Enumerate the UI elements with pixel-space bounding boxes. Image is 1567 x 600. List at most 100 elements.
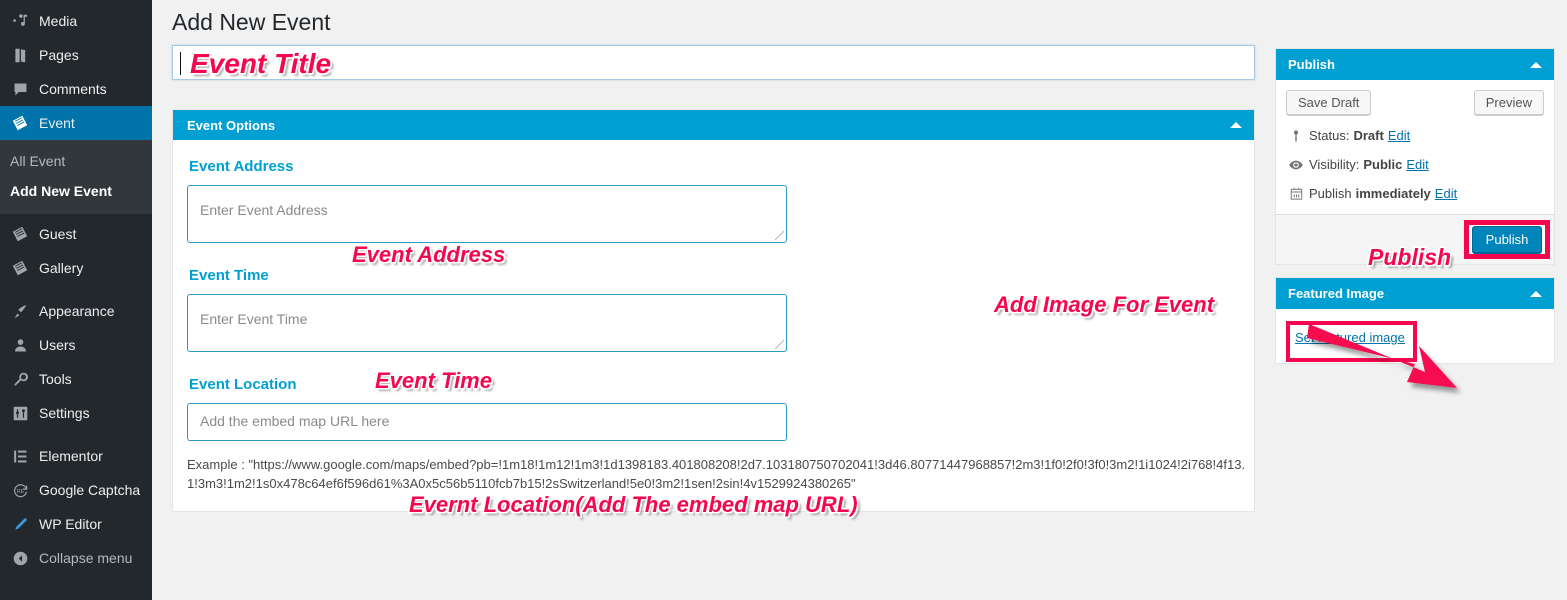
sidebar-item-users[interactable]: Users <box>0 328 152 362</box>
status-prefix: Status: <box>1309 128 1350 143</box>
main-content: Add New Event Event Options Event Addres… <box>152 0 1567 600</box>
partial-icon <box>10 0 30 1</box>
tools-icon <box>10 369 30 389</box>
event-location-example: Example : "https://www.google.com/maps/e… <box>187 457 1246 491</box>
sidebar-item-label: Tools <box>39 371 72 388</box>
publish-box-footer: Publish <box>1276 215 1554 264</box>
sidebar-item-wp-editor[interactable]: WP Editor <box>0 507 152 541</box>
side-column: Publish Save Draft Preview Status: Draft… <box>1275 48 1555 376</box>
sidebar-item-comments[interactable]: Comments <box>0 72 152 106</box>
sidebar-item-label: Elementor <box>39 448 103 465</box>
caret-up-icon[interactable] <box>1530 290 1542 297</box>
screen: Media Pages Comments Event All Event Add… <box>0 0 1567 600</box>
elementor-icon <box>10 446 30 466</box>
pages-icon <box>10 45 30 65</box>
sidebar-item-settings[interactable]: Settings <box>0 396 152 430</box>
caret-up-icon[interactable] <box>1530 61 1542 68</box>
publish-highlight-box: Publish <box>1464 220 1550 259</box>
sidebar-item-tools[interactable]: Tools <box>0 362 152 396</box>
sidebar-item-google-captcha[interactable]: RE Google Captcha <box>0 473 152 507</box>
caret-up-icon[interactable] <box>1230 122 1242 128</box>
sidebar-item-label: Guest <box>39 226 77 243</box>
status-row: Status: Draft Edit <box>1286 127 1544 144</box>
featured-image-highlight-box: Set featured image <box>1286 321 1417 362</box>
sidebar-item-appearance[interactable]: Appearance <box>0 294 152 328</box>
preview-button[interactable]: Preview <box>1473 90 1544 115</box>
event-location-input[interactable]: Add the embed map URL here <box>187 403 787 441</box>
status-edit-link[interactable]: Edit <box>1388 127 1410 144</box>
publish-box: Publish Save Draft Preview Status: Draft… <box>1275 48 1555 265</box>
svg-text:RE: RE <box>16 489 24 495</box>
sidebar-item-event[interactable]: Event <box>0 106 152 140</box>
sidebar-item-label: Appearance <box>39 303 115 320</box>
sidebar-item-guest[interactable]: Guest <box>0 217 152 251</box>
pin-icon <box>1286 129 1306 143</box>
users-icon <box>10 335 30 355</box>
captcha-icon: RE <box>10 480 30 500</box>
calendar-icon <box>1286 186 1306 201</box>
save-draft-button[interactable]: Save Draft <box>1286 90 1372 115</box>
settings-icon <box>10 403 30 423</box>
sidebar-item-label: Media <box>39 13 78 29</box>
draft-preview-row: Save Draft Preview <box>1286 90 1544 115</box>
event-title-input[interactable] <box>172 45 1255 80</box>
visibility-row: Visibility: Public Edit <box>1286 156 1544 173</box>
schedule-edit-link[interactable]: Edit <box>1435 185 1457 202</box>
sidebar-item-collapse-menu[interactable]: Collapse menu <box>0 541 152 575</box>
sidebar-item-label: Settings <box>39 405 90 422</box>
gallery-icon <box>10 258 30 278</box>
sidebar-item-elementor[interactable]: Elementor <box>0 439 152 473</box>
event-options-title: Event Options <box>187 117 276 133</box>
sidebar-item-label: Collapse menu <box>39 550 133 567</box>
event-time-label: Event Time <box>189 267 269 284</box>
collapse-icon <box>10 548 30 568</box>
sidebar-item-label: Users <box>39 337 76 354</box>
sidebar-item-label: Google Captcha <box>39 482 141 499</box>
sidebar-item-label: Event <box>39 115 75 131</box>
content-column: Event Options Event Address Enter Event … <box>172 45 1255 512</box>
event-time-placeholder: Enter Event Time <box>200 311 308 327</box>
text-caret <box>180 52 181 75</box>
event-location-placeholder: Add the embed map URL here <box>200 413 390 429</box>
schedule-value: immediately <box>1355 186 1431 201</box>
schedule-row: Publish immediately Edit <box>1286 185 1544 202</box>
schedule-prefix: Publish <box>1309 186 1352 201</box>
sidebar-item-label: Gallery <box>39 260 84 277</box>
sidebar-submenu-event: All Event Add New Event <box>0 140 152 215</box>
event-icon <box>10 113 30 133</box>
media-icon <box>10 11 30 31</box>
sidebar-item-label: Comments <box>39 81 107 97</box>
set-featured-image-link[interactable]: Set featured image <box>1295 330 1405 345</box>
appearance-icon <box>10 301 30 321</box>
sidebar-item-label: WP Editor <box>39 516 102 533</box>
sidebar-item-gallery[interactable]: Gallery <box>0 251 152 285</box>
sidebar-subitem-all-event[interactable]: All Event <box>0 146 152 176</box>
sidebar-subitem-add-new-event[interactable]: Add New Event <box>0 176 152 206</box>
sidebar-item-pages[interactable]: Pages <box>0 38 152 72</box>
publish-box-body: Save Draft Preview Status: Draft Edit Vi… <box>1276 80 1554 215</box>
visibility-value: Public <box>1363 157 1403 172</box>
publish-box-title: Publish <box>1288 57 1335 72</box>
event-address-input[interactable]: Enter Event Address <box>187 185 787 243</box>
event-address-placeholder: Enter Event Address <box>200 202 328 218</box>
event-address-label: Event Address <box>189 158 294 175</box>
eye-icon <box>1286 157 1306 173</box>
event-options-panel: Event Options Event Address Enter Event … <box>172 109 1255 512</box>
event-options-header[interactable]: Event Options <box>173 110 1254 140</box>
event-location-label: Event Location <box>189 376 297 393</box>
featured-image-box: Featured Image Set featured image <box>1275 277 1555 364</box>
comments-icon <box>10 79 30 99</box>
publish-box-header[interactable]: Publish <box>1276 49 1554 80</box>
visibility-edit-link[interactable]: Edit <box>1406 156 1428 173</box>
featured-image-header[interactable]: Featured Image <box>1276 278 1554 309</box>
publish-button[interactable]: Publish <box>1471 226 1543 253</box>
wp-editor-icon <box>10 514 30 534</box>
sidebar-item-label: Pages <box>39 47 79 63</box>
sidebar-item-media[interactable]: Media <box>0 4 152 38</box>
visibility-prefix: Visibility: <box>1309 157 1360 172</box>
event-options-body: Event Address Enter Event Address Event … <box>173 140 1254 511</box>
page-title: Add New Event <box>172 9 331 35</box>
event-time-input[interactable]: Enter Event Time <box>187 294 787 352</box>
